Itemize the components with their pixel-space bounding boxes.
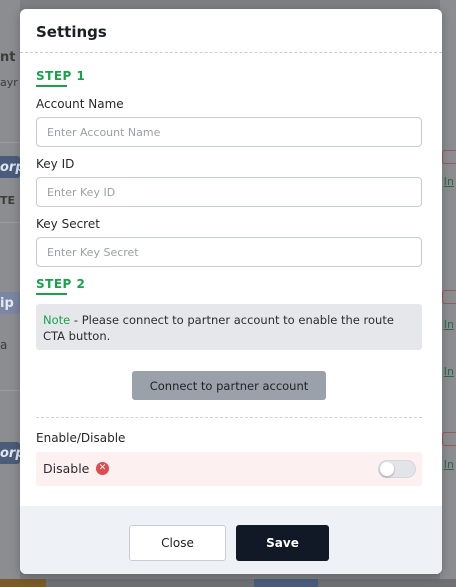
note-box: Note - Please connect to partner account…	[36, 304, 422, 350]
background-text: TE	[0, 194, 16, 207]
background-text: a	[0, 338, 8, 352]
background-link: In	[443, 175, 454, 188]
section-divider	[36, 417, 422, 418]
step-1-underline	[36, 85, 67, 87]
close-button[interactable]: Close	[129, 525, 226, 561]
settings-modal: Settings STEP 1 Account Name Key ID Key …	[20, 9, 442, 574]
enable-toggle-row: Disable ✕	[36, 452, 422, 486]
account-name-label: Account Name	[36, 97, 124, 111]
account-name-input[interactable]	[36, 117, 422, 147]
modal-footer: Close Save	[20, 506, 442, 574]
key-id-input[interactable]	[36, 177, 422, 207]
background-text: ayr	[0, 76, 18, 89]
key-secret-input[interactable]	[36, 237, 422, 267]
note-key: Note	[43, 313, 71, 327]
background-text: nt	[0, 50, 16, 65]
background-link: In	[443, 365, 454, 378]
enable-disable-label: Enable/Disable	[36, 431, 126, 445]
background-text: ip	[0, 296, 14, 311]
step-1-label: STEP 1	[36, 69, 86, 83]
toggle-status-text: Disable	[43, 461, 90, 476]
background-link: In	[443, 458, 454, 471]
toggle-knob	[380, 462, 394, 476]
step-2-label: STEP 2	[36, 277, 86, 291]
modal-header: Settings	[20, 9, 442, 53]
background-bottom-row	[0, 579, 456, 587]
step-2-underline	[36, 293, 67, 295]
key-id-label: Key ID	[36, 157, 75, 171]
connect-partner-button[interactable]: Connect to partner account	[132, 371, 326, 400]
close-circle-icon: ✕	[96, 462, 109, 475]
key-secret-label: Key Secret	[36, 217, 100, 231]
background-link: In	[443, 318, 454, 331]
note-text: - Please connect to partner account to e…	[43, 313, 394, 343]
save-button[interactable]: Save	[236, 525, 329, 561]
modal-title: Settings	[36, 23, 107, 41]
enable-toggle-switch[interactable]	[378, 460, 416, 478]
